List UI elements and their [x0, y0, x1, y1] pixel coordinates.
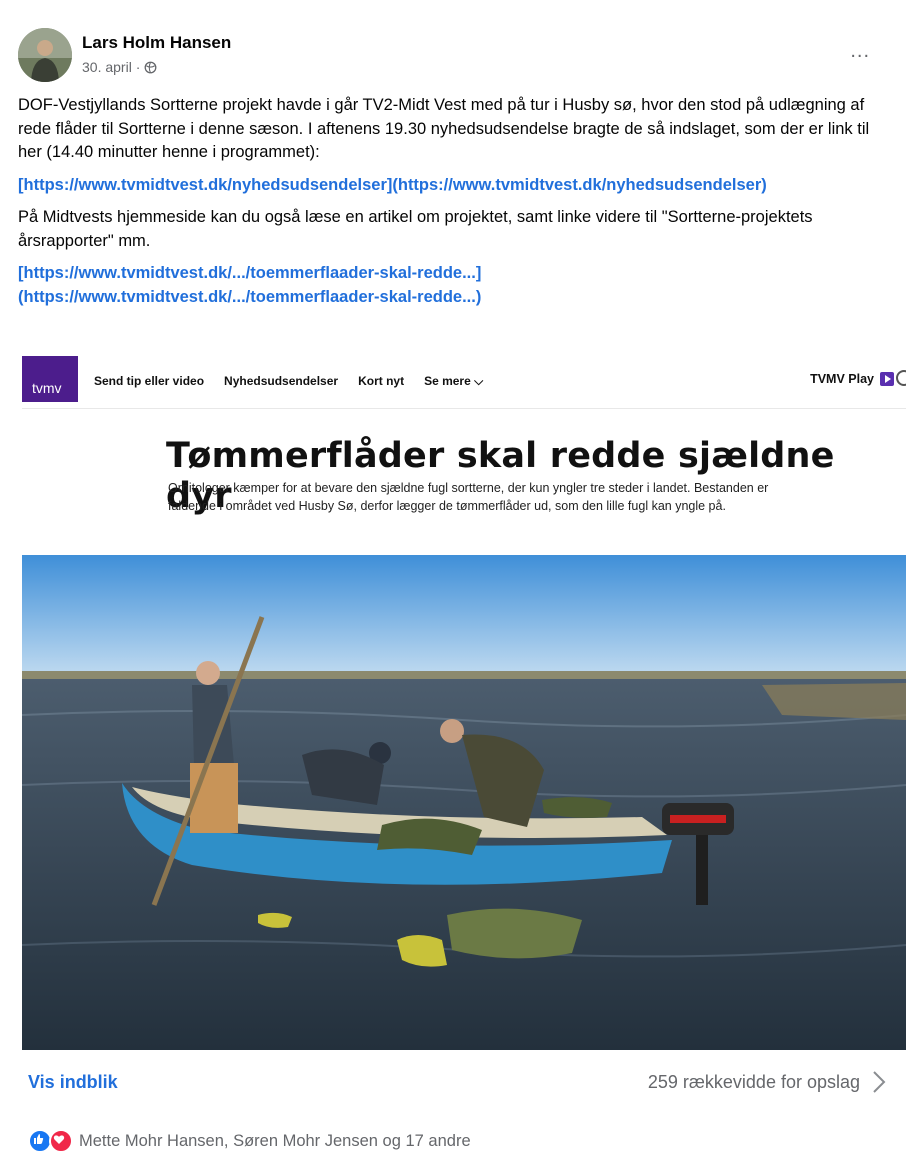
- reach-label: 259 rækkevidde for opslag: [647, 1071, 860, 1092]
- article-subheadline: Ornitologer kæmper for at bevare den sjæ…: [168, 481, 769, 513]
- post-meta: 30. april ·: [82, 59, 157, 75]
- post-paragraph-2: På Midtvests hjemmeside kan du også læse…: [18, 208, 813, 250]
- tvmv-nav-item: Send tip eller video: [94, 374, 205, 388]
- search-icon: [896, 370, 906, 386]
- link-nyhedsudsendelser[interactable]: [https://www.tvmidtvest.dk/nyhedsudsende…: [18, 176, 767, 194]
- link-preview-image[interactable]: tvmv Send tip eller video Nyhedsudsendel…: [22, 350, 906, 1050]
- chevron-right-icon: [873, 1071, 886, 1093]
- play-icon: [880, 372, 894, 386]
- post-body: DOF-Vestjyllands Sortterne projekt havde…: [18, 94, 893, 318]
- avatar[interactable]: [18, 28, 72, 82]
- tvmv-logo: tvmv: [22, 356, 78, 402]
- reactions-summary[interactable]: Mette Mohr Hansen, Søren Mohr Jensen og …: [28, 1129, 471, 1153]
- post-paragraph-1: DOF-Vestjyllands Sortterne projekt havde…: [18, 96, 870, 161]
- tvmv-play: TVMV Play: [810, 372, 894, 386]
- tvmv-navbar: tvmv Send tip eller video Nyhedsudsendel…: [22, 350, 906, 409]
- post-header: Lars Holm Hansen 30. april · ...: [18, 28, 888, 84]
- lake-boat-photo: [22, 555, 906, 1050]
- post-date[interactable]: 30. april ·: [82, 59, 140, 75]
- avatar-image: [18, 28, 72, 82]
- tvmv-nav-item: Kort nyt: [358, 374, 405, 388]
- view-insights-link[interactable]: Vis indblik: [28, 1072, 118, 1093]
- link-article-line-1[interactable]: [https://www.tvmidtvest.dk/.../toemmerfl…: [18, 264, 481, 282]
- more-icon[interactable]: ...: [850, 40, 870, 63]
- reactions-text: Mette Mohr Hansen, Søren Mohr Jensen og …: [79, 1131, 471, 1150]
- post-reach[interactable]: 259 rækkevidde for opslag: [648, 1070, 886, 1094]
- author-name[interactable]: Lars Holm Hansen: [82, 33, 231, 53]
- globe-icon[interactable]: [144, 61, 157, 74]
- love-reaction-icon: [49, 1129, 73, 1153]
- tvmv-nav-item: Se mere ⌵: [424, 374, 484, 388]
- link-article-line-2[interactable]: (https://www.tvmidtvest.dk/.../toemmerfl…: [18, 288, 481, 306]
- tvmv-nav-item: Nyhedsudsendelser: [224, 374, 339, 388]
- tvmv-nav-items: Send tip eller video Nyhedsudsendelser K…: [94, 374, 483, 389]
